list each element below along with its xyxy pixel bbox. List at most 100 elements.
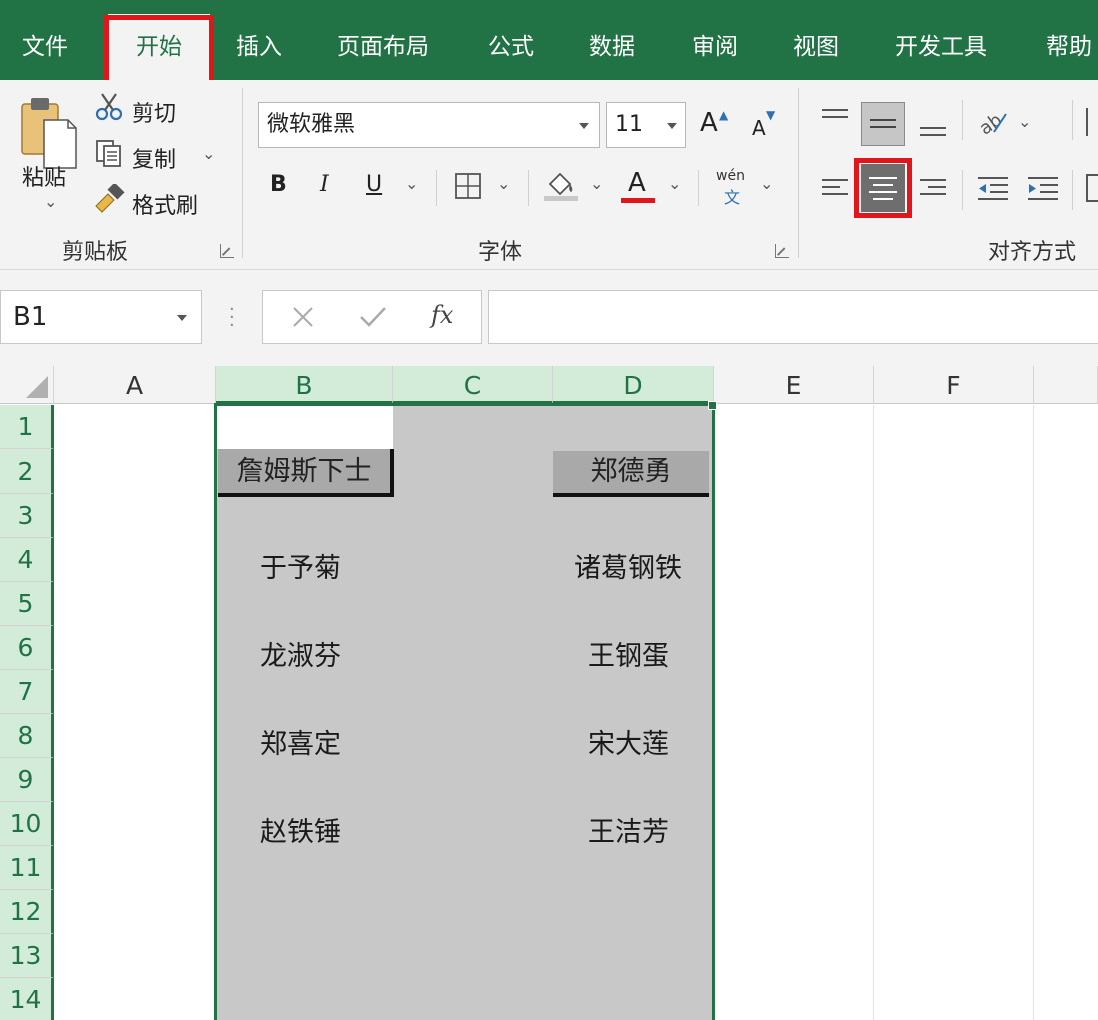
row-header-1[interactable]: 1	[0, 405, 54, 449]
borders-icon[interactable]	[454, 172, 482, 204]
divider	[1072, 100, 1073, 140]
row-header-13[interactable]: 13	[0, 934, 54, 978]
orientation-icon[interactable]: ab	[976, 106, 1010, 140]
font-group-label: 字体	[478, 240, 523, 265]
more-dots-icon[interactable]: · · ·	[229, 301, 235, 335]
font-size-select[interactable]: 11	[606, 102, 686, 148]
column-header-d[interactable]: D	[553, 366, 714, 404]
decrease-indent-icon[interactable]	[976, 174, 1010, 206]
copy-button[interactable]: 复制	[132, 142, 176, 174]
orientation-chevron-down-icon[interactable]: ⌄	[1018, 112, 1031, 131]
phonetic-chevron-down-icon[interactable]: ⌄	[760, 174, 773, 193]
format-painter-icon	[94, 182, 126, 218]
underline-chevron-down-icon[interactable]: ⌄	[405, 174, 418, 193]
tab-insert[interactable]: 插入	[236, 0, 282, 80]
fill-color-chevron-down-icon[interactable]: ⌄	[590, 174, 603, 193]
phonetic-button[interactable]: 文	[724, 184, 740, 208]
row-header-10[interactable]: 10	[0, 802, 54, 846]
tab-file[interactable]: 文件	[22, 0, 68, 80]
scissors-icon	[94, 92, 124, 126]
clipboard-launcher-icon[interactable]	[220, 244, 234, 258]
divider	[1072, 170, 1073, 210]
divider	[698, 170, 699, 206]
row-header-4[interactable]: 4	[0, 538, 54, 582]
row-header-12[interactable]: 12	[0, 890, 54, 934]
formula-buttons: fx	[262, 290, 482, 344]
column-header-f[interactable]: F	[874, 366, 1034, 404]
fill-handle[interactable]	[708, 401, 717, 410]
row-header-8[interactable]: 8	[0, 714, 54, 758]
tab-view[interactable]: 视图	[793, 0, 839, 80]
shrink-font-button[interactable]: A	[752, 116, 766, 140]
align-center-highlight	[854, 158, 912, 218]
row-header-11[interactable]: 11	[0, 846, 54, 890]
row-header-14[interactable]: 14	[0, 978, 54, 1020]
name-box[interactable]: B1	[0, 290, 202, 344]
paste-chevron-down-icon[interactable]: ⌄	[44, 192, 57, 211]
increase-indent-icon[interactable]	[1026, 174, 1060, 206]
cell-d4[interactable]: 诸葛钢铁	[574, 546, 682, 585]
format-painter-button[interactable]: 格式刷	[132, 188, 198, 220]
column-header-g[interactable]	[1034, 366, 1098, 404]
tab-review[interactable]: 审阅	[692, 0, 738, 80]
align-bottom-icon[interactable]	[918, 116, 948, 144]
cell-d2[interactable]: 郑德勇	[553, 451, 709, 497]
divider	[962, 170, 963, 210]
cell-b4[interactable]: 于予菊	[260, 546, 341, 585]
underline-button[interactable]: U	[366, 172, 382, 197]
svg-text:ab: ab	[976, 109, 1006, 136]
font-color-button[interactable]: A	[628, 168, 646, 198]
cell-d8[interactable]: 宋大莲	[588, 722, 669, 761]
divider	[242, 88, 243, 258]
cell-b8[interactable]: 郑喜定	[260, 722, 341, 761]
cell-b6[interactable]: 龙淑芬	[260, 634, 341, 673]
grow-font-button[interactable]: A	[700, 108, 718, 138]
align-left-icon[interactable]	[820, 174, 850, 206]
row-header-9[interactable]: 9	[0, 758, 54, 802]
align-middle-icon[interactable]	[861, 102, 905, 146]
enter-check-icon[interactable]	[359, 305, 387, 333]
cancel-icon[interactable]	[291, 305, 315, 333]
column-header-b[interactable]: B	[216, 366, 393, 404]
align-right-icon[interactable]	[918, 174, 948, 206]
font-name-select[interactable]: 微软雅黑	[258, 102, 600, 148]
tab-help[interactable]: 帮助	[1046, 0, 1092, 80]
row-header-6[interactable]: 6	[0, 626, 54, 670]
cell-d10[interactable]: 王洁芳	[588, 810, 669, 849]
wrap-text-icon[interactable]	[1086, 108, 1098, 136]
divider	[962, 100, 963, 140]
merge-center-icon[interactable]	[1086, 174, 1098, 202]
row-header-7[interactable]: 7	[0, 670, 54, 714]
copy-chevron-down-icon[interactable]: ⌄	[202, 144, 215, 163]
row-header-3[interactable]: 3	[0, 494, 54, 538]
tab-developer[interactable]: 开发工具	[895, 0, 987, 80]
row-header-5[interactable]: 5	[0, 582, 54, 626]
cell-b10[interactable]: 赵铁锤	[260, 810, 341, 849]
font-launcher-icon[interactable]	[775, 244, 789, 258]
tab-page-layout[interactable]: 页面布局	[337, 0, 429, 80]
bold-button[interactable]: B	[270, 172, 287, 197]
borders-chevron-down-icon[interactable]: ⌄	[497, 174, 510, 193]
gridline	[1033, 405, 1034, 1020]
select-all-corner[interactable]	[0, 366, 54, 404]
copy-icon	[94, 138, 124, 172]
align-top-icon[interactable]	[820, 106, 850, 134]
tab-data[interactable]: 数据	[589, 0, 635, 80]
column-header-a[interactable]: A	[54, 366, 216, 404]
formula-input[interactable]	[488, 290, 1098, 344]
cell-b2[interactable]: 詹姆斯下士	[218, 449, 394, 497]
italic-button[interactable]: I	[320, 172, 329, 197]
cell-d6[interactable]: 王钢蛋	[588, 634, 669, 673]
divider	[528, 170, 529, 206]
font-color-chevron-down-icon[interactable]: ⌄	[668, 174, 681, 193]
column-header-c[interactable]: C	[393, 366, 553, 404]
row-header-2[interactable]: 2	[0, 449, 54, 494]
cut-button[interactable]: 剪切	[132, 96, 176, 128]
shrink-arrow-icon: ▼	[766, 108, 776, 122]
paste-button[interactable]: 粘贴	[22, 160, 66, 192]
column-header-e[interactable]: E	[714, 366, 874, 404]
font-name-caret-icon	[579, 123, 589, 129]
tab-formulas[interactable]: 公式	[488, 0, 534, 80]
fill-color-icon[interactable]	[544, 168, 580, 206]
insert-function-icon[interactable]: fx	[431, 301, 453, 329]
